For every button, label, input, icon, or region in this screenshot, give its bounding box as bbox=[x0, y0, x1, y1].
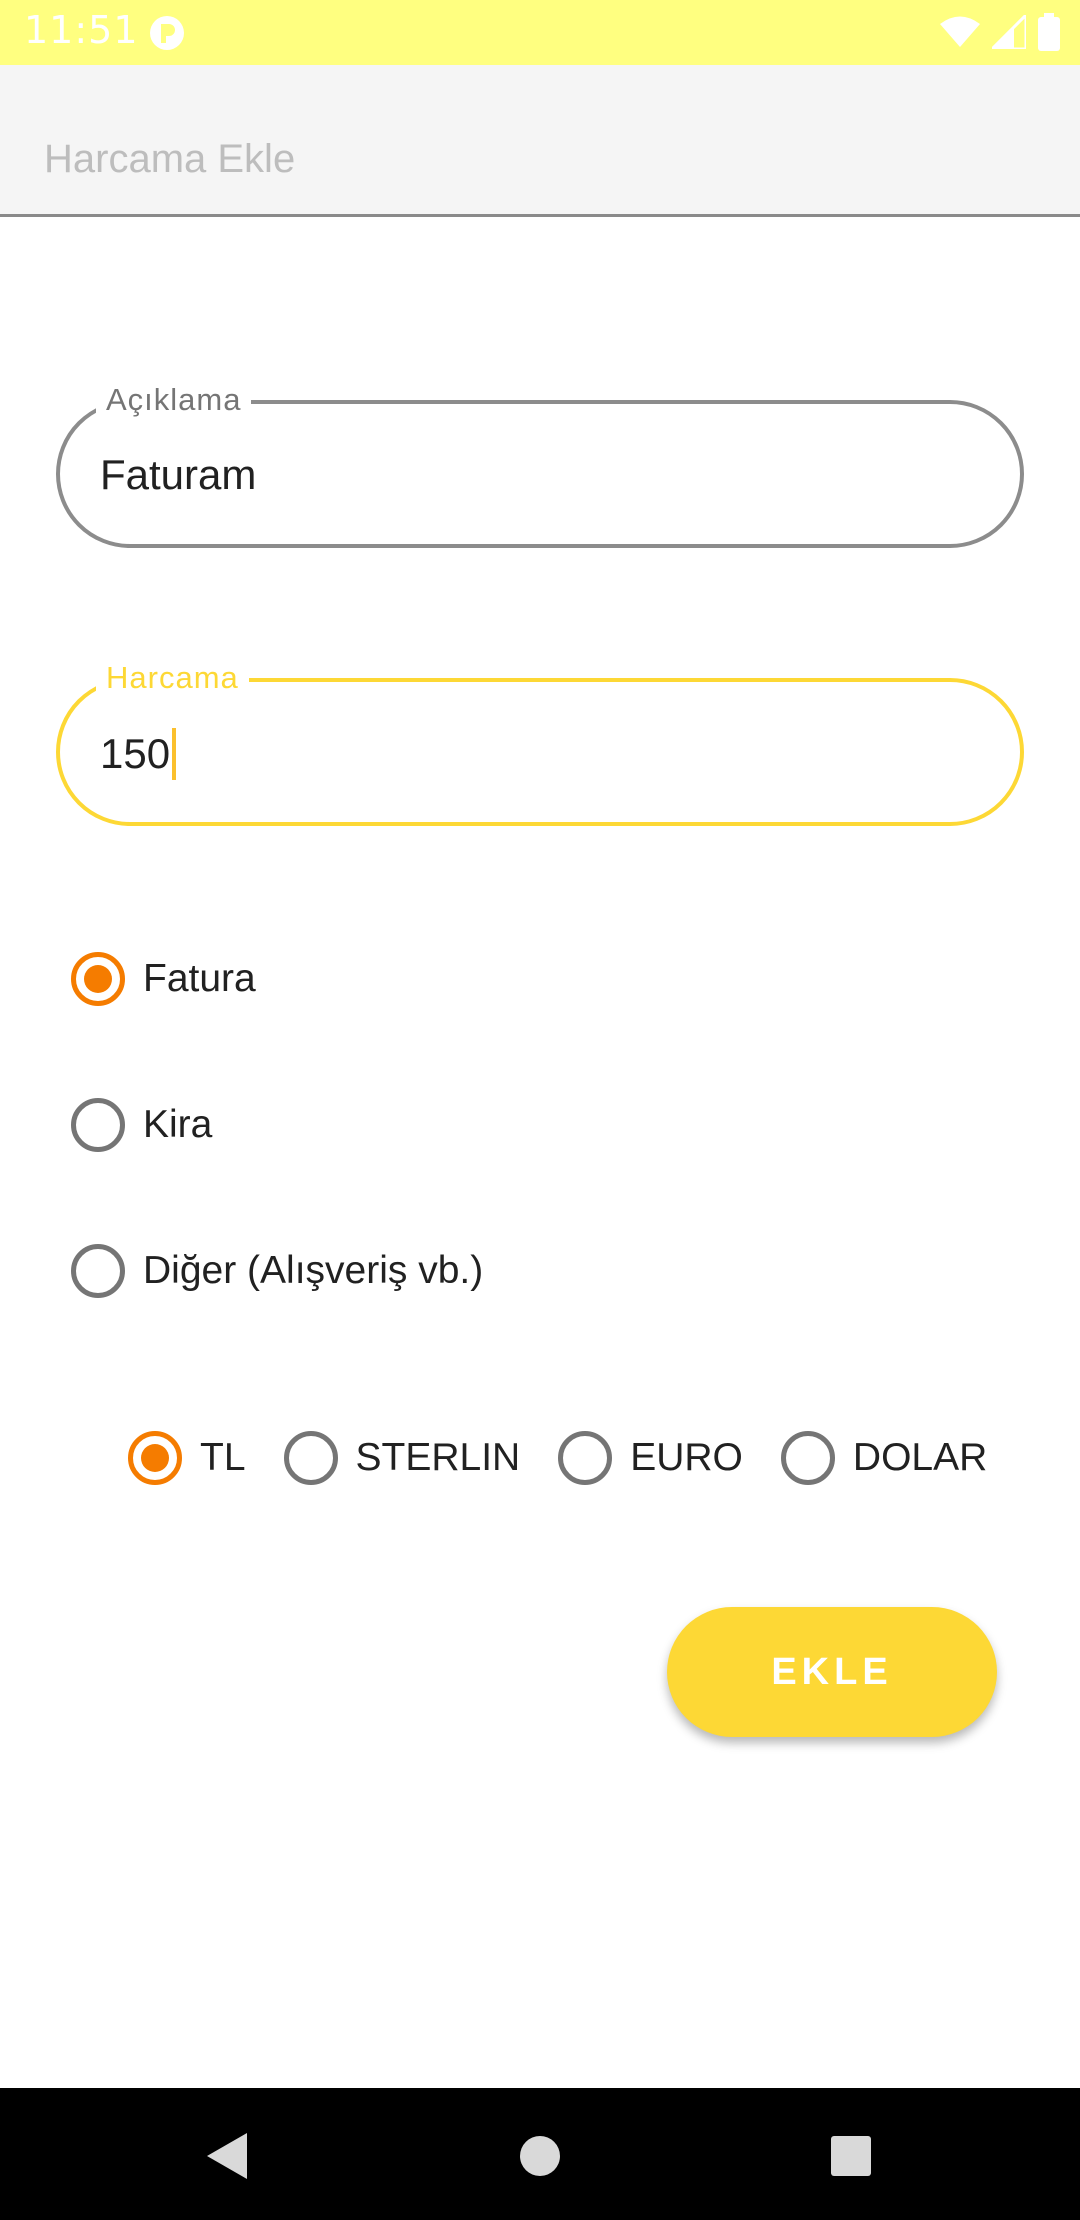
description-field[interactable]: Açıklama Faturam bbox=[56, 382, 1024, 548]
amount-field-value-wrap[interactable]: 150 bbox=[100, 728, 177, 780]
radio-checked-icon[interactable] bbox=[71, 952, 125, 1006]
home-icon bbox=[520, 2136, 560, 2176]
category-radio-diger[interactable]: Diğer (Alışveriş vb.) bbox=[71, 1244, 483, 1298]
currency-radio-label: STERLIN bbox=[355, 1436, 521, 1479]
signal-icon bbox=[992, 15, 1026, 49]
currency-radio-tl[interactable]: TL bbox=[128, 1431, 246, 1485]
description-field-label: Açıklama bbox=[96, 382, 252, 418]
radio-unchecked-icon[interactable] bbox=[71, 1098, 125, 1152]
text-cursor bbox=[172, 728, 177, 780]
radio-unchecked-icon[interactable] bbox=[558, 1431, 613, 1485]
status-time: 11:51 bbox=[24, 8, 139, 52]
amount-field-label: Harcama bbox=[96, 660, 249, 696]
description-input-text[interactable]: Faturam bbox=[100, 450, 256, 500]
battery-icon bbox=[1038, 13, 1060, 51]
radio-checked-icon[interactable] bbox=[128, 1431, 182, 1485]
wifi-icon bbox=[940, 16, 980, 47]
status-icons bbox=[940, 12, 1060, 52]
add-expense-screen: 11:51 Harcama Ekle Açıklama Faturam Harc… bbox=[0, 0, 1080, 2220]
home-button[interactable] bbox=[512, 2128, 568, 2184]
status-bar: 11:51 bbox=[0, 0, 1080, 65]
category-radio-kira[interactable]: Kira bbox=[71, 1098, 212, 1152]
currency-radio-dolar[interactable]: DOLAR bbox=[780, 1431, 988, 1485]
radio-unchecked-icon[interactable] bbox=[71, 1244, 125, 1298]
category-radio-fatura[interactable]: Fatura bbox=[71, 952, 256, 1006]
currency-radio-euro[interactable]: EURO bbox=[558, 1431, 743, 1485]
currency-radio-label: DOLAR bbox=[852, 1436, 988, 1479]
add-button[interactable]: EKLE bbox=[667, 1607, 997, 1737]
radio-unchecked-icon[interactable] bbox=[780, 1431, 835, 1485]
category-radio-label: Kira bbox=[143, 1103, 213, 1146]
currency-radio-sterlin[interactable]: STERLIN bbox=[283, 1431, 521, 1485]
app-bar: Harcama Ekle bbox=[0, 65, 1080, 217]
recents-button[interactable] bbox=[823, 2128, 879, 2184]
amount-field[interactable]: Harcama 150 bbox=[56, 660, 1024, 826]
page-title: Harcama Ekle bbox=[44, 137, 296, 181]
back-button[interactable] bbox=[198, 2128, 254, 2184]
description-field-value-wrap[interactable]: Faturam bbox=[100, 450, 256, 500]
back-icon bbox=[207, 2133, 247, 2179]
category-radio-label: Fatura bbox=[143, 957, 256, 1000]
currency-radio-label: EURO bbox=[630, 1436, 743, 1479]
navigation-bar bbox=[0, 2088, 1080, 2220]
currency-radio-group: TL STERLIN EURO DOLAR bbox=[128, 1431, 987, 1485]
currency-radio-label: TL bbox=[200, 1436, 246, 1479]
category-radio-label: Diğer (Alışveriş vb.) bbox=[143, 1249, 484, 1292]
recents-icon bbox=[831, 2136, 871, 2176]
amount-input-text[interactable]: 150 bbox=[100, 729, 170, 779]
radio-unchecked-icon[interactable] bbox=[283, 1431, 338, 1485]
app-notification-icon bbox=[150, 16, 184, 50]
